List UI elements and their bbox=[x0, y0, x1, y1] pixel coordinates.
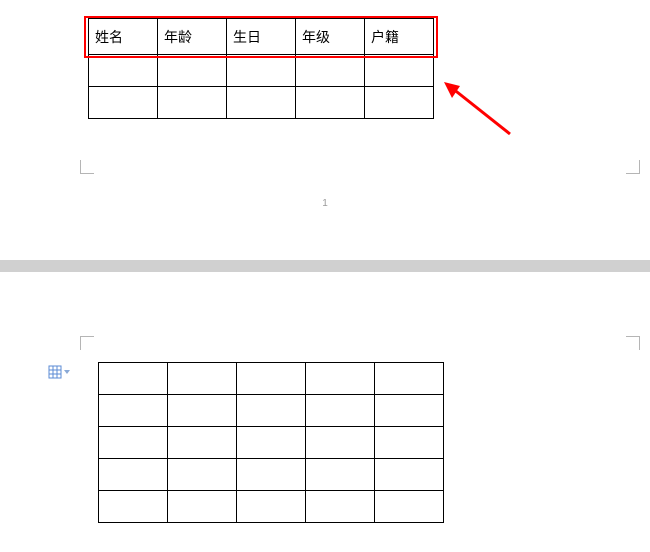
cell[interactable] bbox=[365, 87, 434, 119]
cell[interactable] bbox=[375, 459, 444, 491]
table-1-header: 姓名 年龄 生日 年级 户籍 bbox=[89, 19, 434, 55]
col-header[interactable]: 生日 bbox=[227, 19, 296, 55]
cell[interactable] bbox=[237, 491, 306, 523]
table-row bbox=[89, 87, 434, 119]
cell[interactable] bbox=[375, 363, 444, 395]
table-2[interactable] bbox=[98, 362, 444, 523]
cell[interactable] bbox=[168, 363, 237, 395]
col-header[interactable]: 姓名 bbox=[89, 19, 158, 55]
cell[interactable] bbox=[168, 491, 237, 523]
table-options-button[interactable] bbox=[48, 364, 72, 380]
table-2-container bbox=[98, 362, 444, 523]
crop-mark-icon bbox=[626, 160, 640, 174]
table-icon bbox=[48, 365, 62, 379]
cell[interactable] bbox=[237, 427, 306, 459]
table-2-body bbox=[99, 363, 444, 523]
table-row: 姓名 年龄 生日 年级 户籍 bbox=[89, 19, 434, 55]
cell[interactable] bbox=[375, 427, 444, 459]
cell[interactable] bbox=[89, 55, 158, 87]
table-1-container: 姓名 年龄 生日 年级 户籍 bbox=[88, 18, 434, 119]
cell[interactable] bbox=[306, 459, 375, 491]
cell[interactable] bbox=[168, 427, 237, 459]
cell[interactable] bbox=[375, 395, 444, 427]
cell[interactable] bbox=[365, 55, 434, 87]
cell[interactable] bbox=[237, 395, 306, 427]
cell[interactable] bbox=[158, 55, 227, 87]
cell[interactable] bbox=[306, 363, 375, 395]
table-1[interactable]: 姓名 年龄 生日 年级 户籍 bbox=[88, 18, 434, 119]
page-2 bbox=[0, 272, 650, 552]
annotation-arrow bbox=[442, 80, 512, 136]
cell[interactable] bbox=[168, 459, 237, 491]
col-header[interactable]: 年级 bbox=[296, 19, 365, 55]
cell[interactable] bbox=[237, 459, 306, 491]
cell[interactable] bbox=[99, 395, 168, 427]
page-1: 姓名 年龄 生日 年级 户籍 bbox=[0, 0, 650, 240]
cell[interactable] bbox=[306, 491, 375, 523]
cell[interactable] bbox=[99, 363, 168, 395]
cell[interactable] bbox=[168, 395, 237, 427]
col-header[interactable]: 年龄 bbox=[158, 19, 227, 55]
cell[interactable] bbox=[296, 87, 365, 119]
cell[interactable] bbox=[306, 427, 375, 459]
cell[interactable] bbox=[375, 491, 444, 523]
cell[interactable] bbox=[158, 87, 227, 119]
cell[interactable] bbox=[227, 55, 296, 87]
cell[interactable] bbox=[99, 491, 168, 523]
cell[interactable] bbox=[227, 87, 296, 119]
chevron-down-icon bbox=[64, 370, 70, 374]
table-row bbox=[99, 491, 444, 523]
table-row bbox=[99, 395, 444, 427]
col-header[interactable]: 户籍 bbox=[365, 19, 434, 55]
table-row bbox=[99, 427, 444, 459]
table-row bbox=[99, 459, 444, 491]
cell[interactable] bbox=[89, 87, 158, 119]
table-row bbox=[99, 363, 444, 395]
crop-mark-icon bbox=[626, 336, 640, 350]
crop-mark-icon bbox=[80, 160, 94, 174]
table-row bbox=[89, 55, 434, 87]
cell[interactable] bbox=[306, 395, 375, 427]
cell[interactable] bbox=[99, 459, 168, 491]
page-break-bar bbox=[0, 260, 650, 272]
cell[interactable] bbox=[99, 427, 168, 459]
cell[interactable] bbox=[296, 55, 365, 87]
table-1-body bbox=[89, 55, 434, 119]
cell[interactable] bbox=[237, 363, 306, 395]
crop-mark-icon bbox=[80, 336, 94, 350]
page-number: 1 bbox=[0, 198, 650, 209]
